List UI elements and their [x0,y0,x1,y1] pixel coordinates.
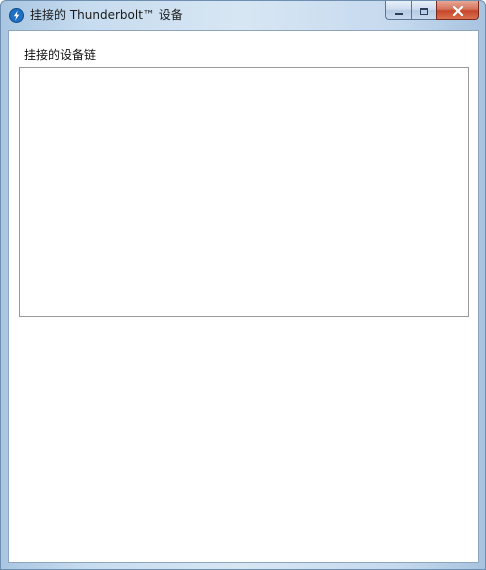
client-area: 挂接的设备链 [8,30,479,563]
thunderbolt-icon[interactable] [9,8,24,23]
caption-buttons [385,1,479,21]
close-icon [452,1,464,20]
app-window: 挂接的 Thunderbolt™ 设备 挂接的设备链 [0,0,486,570]
title-bar[interactable]: 挂接的 Thunderbolt™ 设备 [1,1,485,30]
device-chain-list[interactable] [19,67,469,317]
close-button[interactable] [436,1,479,20]
minimize-button[interactable] [385,1,411,20]
maximize-button[interactable] [411,1,436,20]
window-title: 挂接的 Thunderbolt™ 设备 [30,8,183,22]
minimize-icon [394,1,404,20]
device-chain-label: 挂接的设备链 [24,48,97,62]
maximize-icon [419,1,429,20]
